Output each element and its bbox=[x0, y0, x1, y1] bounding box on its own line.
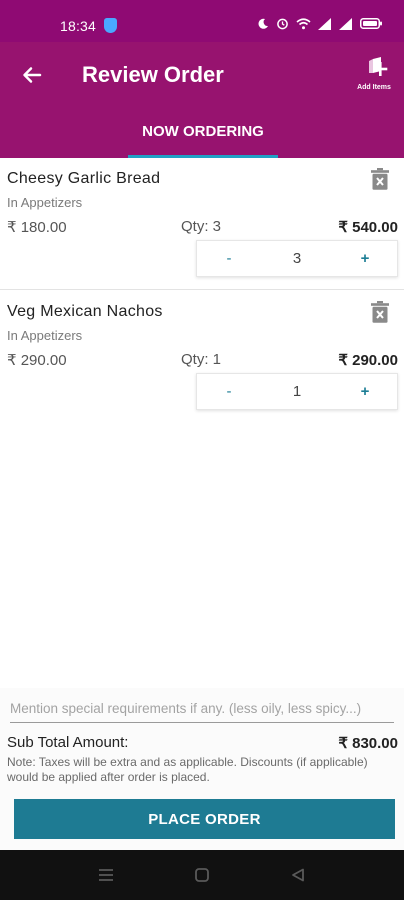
subtotal-label: Sub Total Amount: bbox=[7, 734, 129, 751]
signal-icon bbox=[339, 17, 352, 30]
decrease-quantity-button[interactable]: - bbox=[197, 240, 261, 277]
add-items-icon bbox=[369, 57, 388, 76]
trash-icon bbox=[371, 168, 389, 190]
item-qty: Qty: 3 bbox=[181, 218, 222, 235]
recent-apps-button[interactable] bbox=[98, 868, 114, 887]
back-button[interactable] bbox=[18, 60, 48, 90]
increase-quantity-button[interactable]: + bbox=[333, 240, 397, 277]
item-price: ₹ 180.00 bbox=[7, 219, 67, 236]
alarm-icon bbox=[277, 18, 288, 30]
place-order-button[interactable]: PLACE ORDER bbox=[14, 799, 395, 839]
increase-quantity-button[interactable]: + bbox=[333, 373, 397, 410]
app-bar: Review Order Add Items NOW ORDERING bbox=[0, 42, 404, 158]
item-category: In Appetizers bbox=[7, 195, 83, 210]
order-summary-panel: Sub Total Amount: ₹ 830.00 Note: Taxes w… bbox=[0, 688, 404, 850]
item-qty: Qty: 1 bbox=[181, 351, 222, 368]
triangle-back-icon bbox=[292, 868, 304, 882]
tax-note: Note: Taxes will be extra and as applica… bbox=[7, 755, 368, 784]
item-total: ₹ 540.00 bbox=[338, 219, 398, 236]
home-button[interactable] bbox=[195, 868, 209, 887]
item-name: Cheesy Garlic Bread bbox=[7, 170, 161, 187]
battery-icon bbox=[360, 18, 382, 29]
item-price: ₹ 290.00 bbox=[7, 352, 67, 369]
item-name: Veg Mexican Nachos bbox=[7, 303, 163, 320]
page-title: Review Order bbox=[82, 62, 224, 87]
status-bar: 18:34 bbox=[0, 0, 404, 42]
menu-icon bbox=[99, 869, 113, 881]
wifi-icon bbox=[296, 17, 311, 29]
order-item: Cheesy Garlic Bread In Appetizers ₹ 180.… bbox=[0, 158, 404, 290]
quantity-value: 1 bbox=[292, 383, 302, 400]
decrease-quantity-button[interactable]: - bbox=[197, 373, 261, 410]
status-time: 18:34 bbox=[60, 18, 97, 34]
item-category: In Appetizers bbox=[7, 328, 83, 343]
order-item: Veg Mexican Nachos In Appetizers ₹ 290.0… bbox=[0, 291, 404, 423]
quantity-stepper: - 3 + bbox=[196, 240, 398, 277]
status-icons bbox=[257, 17, 382, 30]
system-nav-bar bbox=[0, 850, 404, 900]
shield-icon bbox=[104, 18, 117, 33]
add-items-button[interactable]: Add Items bbox=[354, 54, 394, 91]
tab-label: NOW ORDERING bbox=[142, 123, 264, 140]
moon-icon bbox=[258, 18, 268, 29]
item-total: ₹ 290.00 bbox=[338, 352, 398, 369]
special-requirements-input[interactable] bbox=[10, 695, 394, 723]
delete-item-button[interactable] bbox=[371, 168, 389, 190]
add-items-label: Add Items bbox=[357, 84, 391, 91]
quantity-stepper: - 1 + bbox=[196, 373, 398, 410]
delete-item-button[interactable] bbox=[371, 301, 389, 323]
quantity-value: 3 bbox=[292, 250, 302, 267]
back-nav-button[interactable] bbox=[291, 868, 305, 887]
trash-icon bbox=[371, 301, 389, 323]
signal-icon bbox=[318, 17, 331, 30]
tab-now-ordering[interactable]: NOW ORDERING bbox=[128, 112, 278, 158]
square-icon bbox=[195, 868, 209, 882]
subtotal-value: ₹ 830.00 bbox=[338, 735, 398, 752]
arrow-left-icon bbox=[23, 67, 42, 83]
